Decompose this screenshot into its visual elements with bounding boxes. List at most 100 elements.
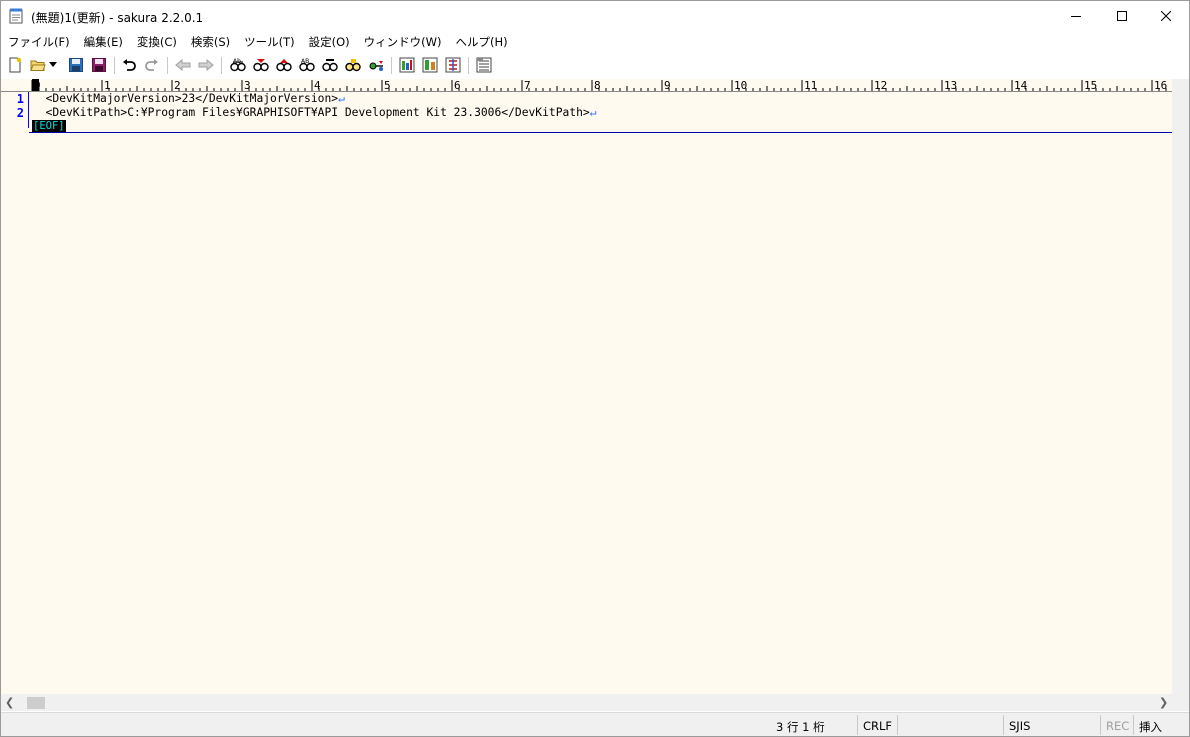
forward-jump-button[interactable] (197, 56, 215, 74)
tag-jump-icon (445, 57, 461, 73)
maximize-icon (1117, 11, 1127, 21)
cursor-position: 3 行 1 桁 (776, 720, 825, 734)
ruler-label: 15 (1084, 79, 1097, 91)
scroll-thumb[interactable] (27, 697, 45, 709)
ruler-label: 10 (734, 79, 747, 91)
encoding[interactable]: SJIS (1009, 719, 1030, 733)
menu-file[interactable]: ファイル(F) (1, 31, 77, 51)
tag-jump-button[interactable] (444, 56, 462, 74)
menu-settings[interactable]: 設定(O) (302, 31, 357, 51)
outline-icon (399, 57, 415, 73)
status-divider (1133, 715, 1134, 735)
rec-indicator: REC (1106, 719, 1130, 733)
open-dropdown-button[interactable] (48, 56, 58, 74)
toolbar-separator (114, 57, 115, 74)
grep-button[interactable] (367, 56, 385, 74)
jump-icon (345, 59, 361, 72)
search-button[interactable]: Ab (229, 56, 247, 74)
scroll-left-icon[interactable]: ❮ (5, 696, 14, 709)
ruler-label: 5 (384, 79, 391, 91)
ruler-label: 13 (944, 79, 957, 91)
search-next-button[interactable] (275, 56, 293, 74)
redo-icon (145, 59, 158, 71)
menu-convert[interactable]: 変換(C) (130, 31, 184, 51)
toolbar-separator (167, 57, 168, 74)
search-prev-icon (253, 59, 269, 72)
minimize-icon (1071, 16, 1081, 17)
menu-help[interactable]: ヘルプ(H) (449, 31, 515, 51)
ruler-label: 7 (524, 79, 531, 91)
compare-button[interactable] (421, 56, 439, 74)
menu-tools[interactable]: ツール(T) (237, 31, 302, 51)
ruler-scale: 012345678910111213141516 (31, 79, 1167, 91)
menu-bar: ファイル(F) 編集(E) 変換(C) 検索(S) ツール(T) 設定(O) ウ… (1, 31, 1189, 51)
search-next-icon (276, 59, 292, 72)
toolbar: Ab AB (1, 52, 1189, 78)
line-number: 1 (16, 92, 24, 106)
svg-text:Ab: Ab (233, 58, 241, 65)
scrollbar-corner (1172, 694, 1189, 711)
ruler-cursor-column (32, 79, 39, 91)
menu-edit[interactable]: 編集(E) (77, 31, 130, 51)
code-line[interactable]: <DevKitMajorVersion>23</DevKitMajorVersi… (32, 92, 345, 106)
compare-icon (422, 57, 438, 73)
line-text: <DevKitPath>C:¥Program Files¥GRAPHISOFT¥… (32, 106, 590, 119)
forward-jump-icon (198, 59, 214, 71)
open-dropdown-icon (49, 62, 57, 67)
close-icon (1161, 11, 1171, 21)
svg-text:AB: AB (301, 58, 309, 65)
settings-list-icon (476, 57, 492, 73)
status-divider (897, 715, 898, 735)
status-divider (1003, 715, 1004, 735)
close-button[interactable] (1143, 1, 1189, 31)
editor-area[interactable]: 012345678910111213141516 1 2 <DevKitMajo… (1, 79, 1172, 694)
settings-list-button[interactable] (475, 56, 493, 74)
ruler-label: 4 (314, 79, 321, 91)
ruler-label: 2 (174, 79, 181, 91)
line-text: <DevKitMajorVersion>23</DevKitMajorVersi… (32, 92, 339, 105)
app-window: (無題)1(更新) - sakura 2.2.0.1 ファイル(F) 編集(E)… (0, 0, 1190, 737)
insert-mode[interactable]: 挿入 (1139, 719, 1162, 735)
horizontal-scrollbar[interactable]: ❮ ❯ (1, 694, 1172, 711)
eol-mark: ↵ (338, 92, 345, 105)
search-prev-button[interactable] (252, 56, 270, 74)
replace-button[interactable]: AB (298, 56, 316, 74)
status-divider (857, 715, 858, 735)
menu-window[interactable]: ウィンドウ(W) (357, 31, 449, 51)
toolbar-separator (468, 57, 469, 74)
ruler-label: 3 (244, 79, 251, 91)
jump-button[interactable] (344, 56, 362, 74)
ruler-label: 16 (1154, 79, 1167, 91)
toolbar-separator (221, 57, 222, 74)
new-file-button[interactable] (6, 56, 24, 74)
maximize-button[interactable] (1099, 1, 1145, 31)
scroll-right-icon[interactable]: ❯ (1159, 696, 1168, 709)
save-button[interactable] (67, 56, 85, 74)
eol-mark: ↵ (589, 106, 597, 119)
highlight-search-button[interactable] (321, 56, 339, 74)
ruler-label: 9 (664, 79, 671, 91)
minimize-button[interactable] (1053, 1, 1099, 31)
outline-button[interactable] (398, 56, 416, 74)
ruler-label: 12 (874, 79, 887, 91)
cursor-underline (29, 132, 1172, 133)
title-bar[interactable]: (無題)1(更新) - sakura 2.2.0.1 (1, 1, 1189, 31)
gutter-divider (28, 92, 29, 128)
vertical-scrollbar[interactable] (1172, 79, 1189, 694)
back-jump-button[interactable] (174, 56, 192, 74)
save-as-icon (92, 58, 106, 72)
undo-button[interactable] (120, 56, 138, 74)
open-file-button[interactable] (29, 56, 47, 74)
code-line[interactable]: <DevKitPath>C:¥Program Files¥GRAPHISOFT¥… (32, 106, 597, 120)
line-number: 2 (16, 106, 24, 120)
menu-search[interactable]: 検索(S) (184, 31, 237, 51)
open-file-icon (30, 60, 46, 71)
notepad-app-icon (9, 8, 23, 24)
line-ending[interactable]: CRLF (863, 719, 892, 733)
line-number-gutter: 1 2 (1, 92, 29, 694)
undo-icon (123, 59, 136, 71)
redo-button[interactable] (143, 56, 161, 74)
grep-icon (369, 61, 383, 71)
save-as-button[interactable] (90, 56, 108, 74)
search-icon: Ab (230, 58, 246, 72)
